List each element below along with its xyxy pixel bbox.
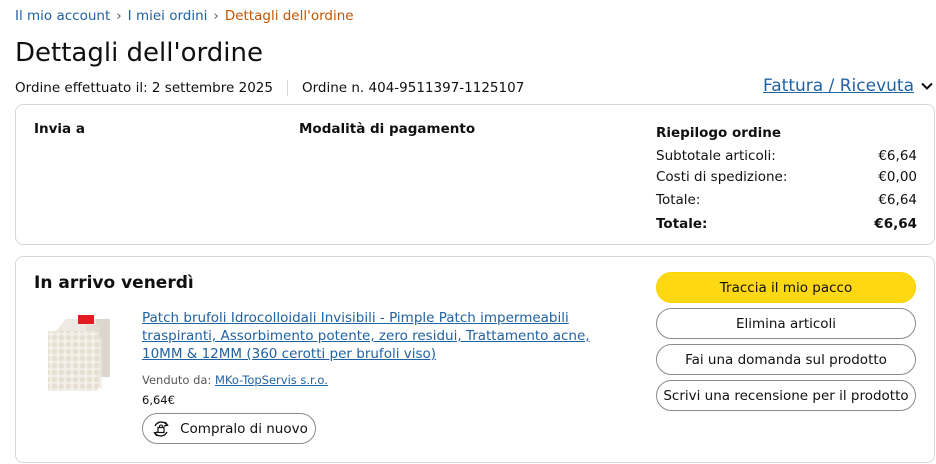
product-title-link[interactable]: Patch brufoli Idrocolloidali Invisibili … xyxy=(142,309,632,363)
write-review-button[interactable]: Scrivi una recensione per il prodotto xyxy=(656,380,916,411)
chevron-down-icon xyxy=(921,82,933,90)
delivery-status: In arrivo venerdì xyxy=(34,273,194,293)
summary-value: €6,64 xyxy=(878,192,917,208)
seller-line: Venduto da: MKo-TopServis s.r.o. xyxy=(142,373,328,387)
breadcrumb-current: Dettagli dell'ordine xyxy=(224,8,354,24)
ask-question-button[interactable]: Fai una domanda sul prodotto xyxy=(656,344,916,375)
summary-value: €0,00 xyxy=(878,169,917,185)
summary-label: Totale: xyxy=(656,192,701,208)
summary-value: €6,64 xyxy=(878,148,917,164)
summary-label: Subtotale articoli: xyxy=(656,148,776,164)
remove-items-button[interactable]: Elimina articoli xyxy=(656,308,916,339)
order-info-box: Invia a Modalità di pagamento Riepilogo … xyxy=(15,104,935,245)
page-title: Dettagli dell'ordine xyxy=(15,38,263,68)
summary-label: Costi di spedizione: xyxy=(656,169,788,185)
summary-row-total: Totale: €6,64 xyxy=(656,187,917,213)
breadcrumb-separator: › xyxy=(116,8,122,24)
breadcrumb-separator: › xyxy=(213,8,219,24)
seller-link[interactable]: MKo-TopServis s.r.o. xyxy=(215,373,328,387)
reorder-icon xyxy=(153,420,169,437)
order-date: Ordine effettuato il: 2 settembre 2025 xyxy=(15,80,273,96)
order-meta: Ordine effettuato il: 2 settembre 2025 O… xyxy=(15,80,524,96)
summary-row-grand-total: Totale: €6,64 xyxy=(656,213,917,235)
invoice-dropdown[interactable]: Fattura / Ricevuta xyxy=(763,76,934,96)
breadcrumb-my-account[interactable]: Il mio account xyxy=(15,8,110,24)
breadcrumb: Il mio account › I miei ordini › Dettagli de… xyxy=(15,8,354,24)
item-price: 6,64€ xyxy=(142,393,175,407)
summary-label: Totale: xyxy=(656,216,708,232)
ship-to-heading: Invia a xyxy=(34,121,85,137)
breadcrumb-my-orders[interactable]: I miei ordini xyxy=(128,8,208,24)
shipment-box: In arrivo venerdì Patch brufoli Idrocoll… xyxy=(15,256,935,463)
order-summary-title: Riepilogo ordine xyxy=(656,125,782,141)
summary-row-shipping: Costi di spedizione: €0,00 xyxy=(656,167,917,187)
summary-value: €6,64 xyxy=(874,216,917,232)
sold-by-label: Venduto da: xyxy=(142,373,212,387)
summary-row-subtotal: Subtotale articoli: €6,64 xyxy=(656,145,917,167)
buy-again-label: Compralo di nuovo xyxy=(180,420,308,437)
payment-method-heading: Modalità di pagamento xyxy=(299,121,476,137)
product-image[interactable] xyxy=(44,313,114,395)
order-summary: Riepilogo ordine Subtotale articoli: €6,… xyxy=(656,121,917,235)
meta-divider xyxy=(286,80,288,96)
order-number: Ordine n. 404-9511397-1125107 xyxy=(301,80,525,96)
invoice-label: Fattura / Ricevuta xyxy=(763,76,914,96)
track-package-button[interactable]: Traccia il mio pacco xyxy=(656,272,916,303)
buy-again-button[interactable]: Compralo di nuovo xyxy=(142,413,316,444)
